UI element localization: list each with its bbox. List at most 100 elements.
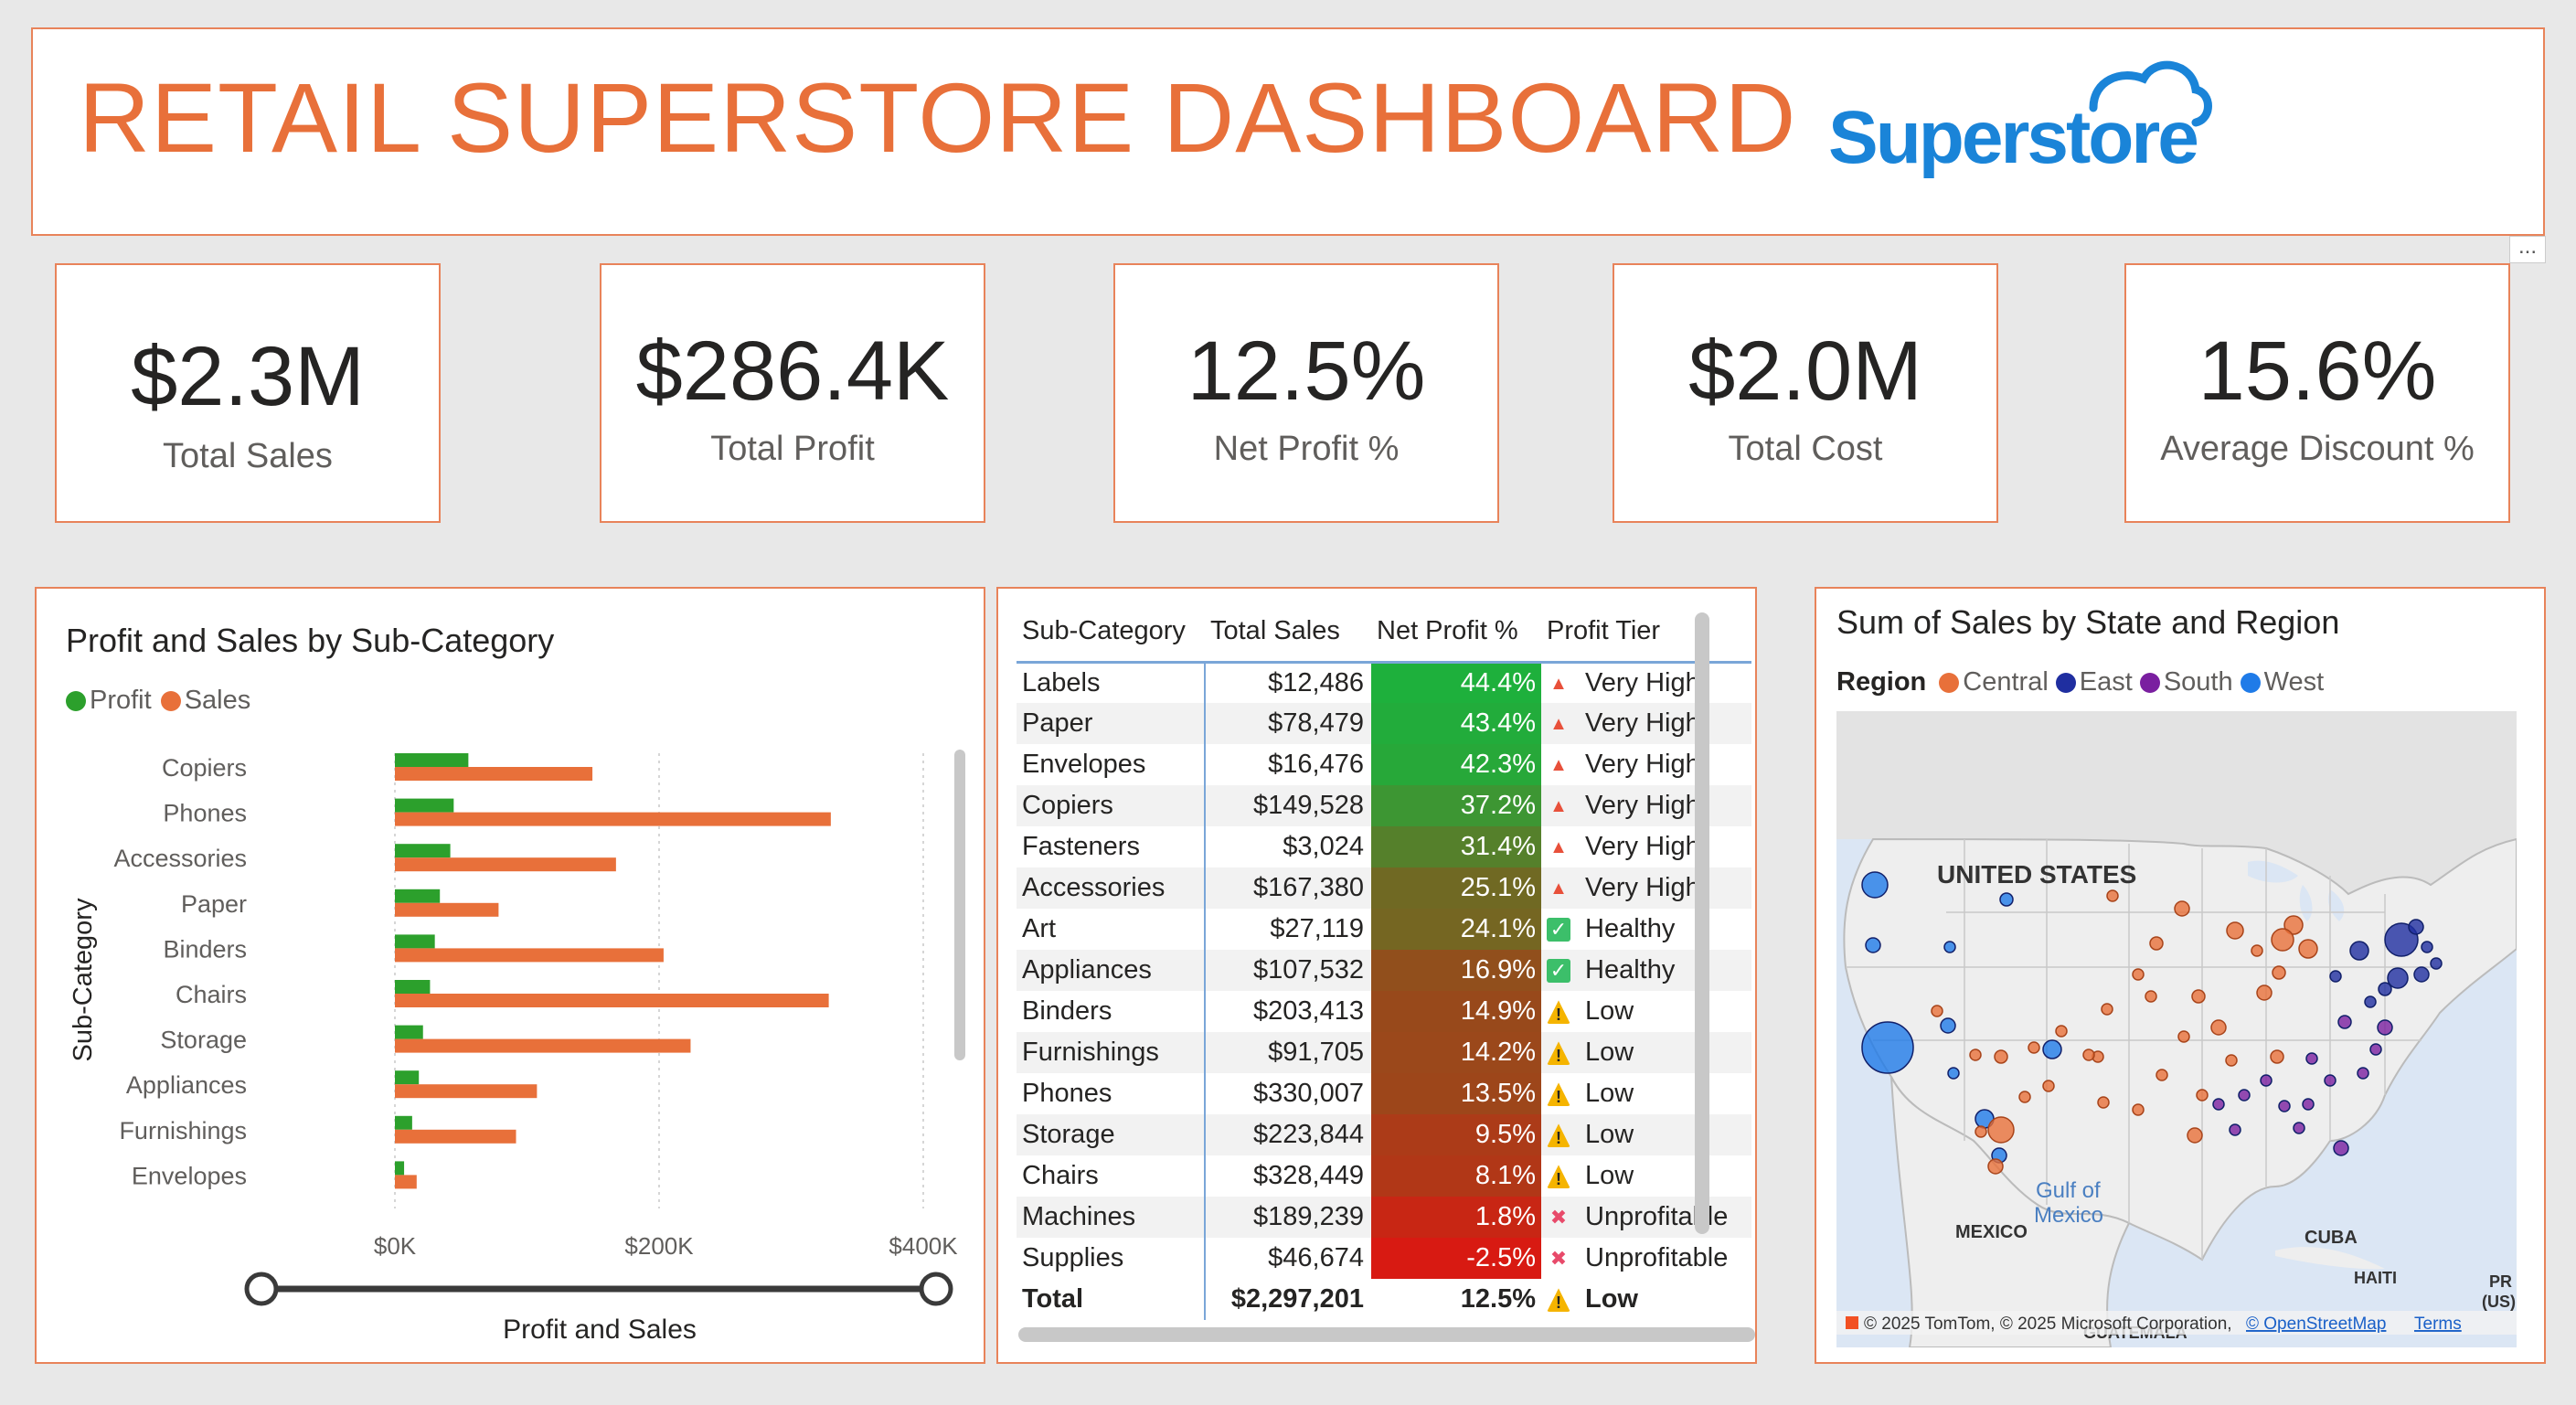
- table-row[interactable]: Supplies $46,674 -2.5% ✖ Unprofitable: [1017, 1238, 1751, 1279]
- bubble-south[interactable]: [2357, 1067, 2369, 1080]
- cell-profit-tier: ▲ Very High: [1541, 662, 1751, 703]
- bubble-east[interactable]: [2349, 941, 2369, 961]
- bubble-south[interactable]: [2278, 1100, 2291, 1112]
- column-header[interactable]: Net Profit %: [1371, 601, 1541, 664]
- bubble-south[interactable]: [2293, 1122, 2305, 1134]
- bubble-central[interactable]: [2018, 1091, 2031, 1103]
- legend-item-south[interactable]: South: [2139, 667, 2233, 697]
- bubble-south[interactable]: [2305, 1052, 2318, 1065]
- more-options-button[interactable]: ...: [2509, 236, 2546, 263]
- bubble-central[interactable]: [2196, 1089, 2209, 1102]
- bubble-central[interactable]: [2177, 1030, 2190, 1043]
- bubble-west[interactable]: [2042, 1039, 2062, 1059]
- table-row[interactable]: Phones $330,007 13.5%! Low: [1017, 1073, 1751, 1114]
- bubble-central[interactable]: [2156, 1069, 2168, 1081]
- bubble-west[interactable]: [1943, 941, 1956, 953]
- bubble-east[interactable]: [2364, 995, 2377, 1008]
- bubble-central[interactable]: [2042, 1080, 2055, 1092]
- bubble-central[interactable]: [2132, 968, 2145, 981]
- table-row[interactable]: Appliances $107,532 16.9% ✓ Healthy: [1017, 950, 1751, 991]
- bubble-central[interactable]: [2187, 1127, 2203, 1144]
- bubble-central[interactable]: [2271, 928, 2294, 952]
- bubble-central[interactable]: [2210, 1019, 2227, 1036]
- bubble-central[interactable]: [2082, 1048, 2095, 1061]
- bubble-central[interactable]: [2145, 990, 2157, 1003]
- bubble-central[interactable]: [1931, 1005, 1943, 1017]
- bubble-east[interactable]: [2421, 941, 2433, 953]
- legend-item-west[interactable]: West: [2240, 667, 2324, 697]
- table-row[interactable]: Copiers $149,528 37.2% ▲ Very High: [1017, 785, 1751, 826]
- bubble-west[interactable]: [1865, 937, 1881, 953]
- bubble-south[interactable]: [2337, 1015, 2352, 1029]
- table-row[interactable]: Fasteners $3,024 31.4% ▲ Very High: [1017, 826, 1751, 867]
- sales-dot-icon: [160, 691, 181, 712]
- bubble-central[interactable]: [2298, 939, 2318, 959]
- legend-item-east[interactable]: East: [2055, 667, 2133, 697]
- table-row[interactable]: Labels $12,486 44.4% ▲ Very High: [1017, 662, 1751, 703]
- bubble-central[interactable]: [2106, 889, 2119, 902]
- table-row[interactable]: Chairs $328,449 8.1%! Low: [1017, 1155, 1751, 1197]
- column-header[interactable]: Profit Tier: [1541, 601, 1751, 664]
- bubble-central[interactable]: [2055, 1025, 2068, 1038]
- bubble-central[interactable]: [2028, 1041, 2040, 1054]
- table-row[interactable]: Accessories $167,380 25.1% ▲ Very High: [1017, 867, 1751, 909]
- table-row[interactable]: Art $27,119 24.1% ✓ Healthy: [1017, 909, 1751, 950]
- range-slider-handle-right[interactable]: [919, 1272, 953, 1306]
- bubble-south[interactable]: [2377, 1019, 2393, 1036]
- bubble-central[interactable]: [2174, 900, 2190, 917]
- range-slider-handle-left[interactable]: [244, 1272, 279, 1306]
- bubble-south[interactable]: [2260, 1074, 2273, 1087]
- bubble-central[interactable]: [1969, 1048, 1982, 1061]
- bubble-south[interactable]: [2229, 1123, 2241, 1136]
- vertical-scrollbar[interactable]: [954, 750, 965, 1060]
- column-header[interactable]: Sub-Category: [1017, 601, 1205, 664]
- bubble-central[interactable]: [2270, 1049, 2284, 1064]
- bubble-east[interactable]: [2413, 966, 2430, 983]
- map-canvas[interactable]: UNITED STATES Gulf of Mexico MEXICO CUBA…: [1836, 711, 2517, 1347]
- table-row[interactable]: Binders $203,413 14.9%! Low: [1017, 991, 1751, 1032]
- horizontal-scrollbar[interactable]: [1018, 1327, 1755, 1342]
- bubble-central[interactable]: [2101, 1003, 2113, 1016]
- bubble-west[interactable]: [1940, 1017, 1956, 1034]
- bubble-south[interactable]: [2369, 1043, 2382, 1056]
- bubble-south[interactable]: [2324, 1074, 2336, 1087]
- bubble-east[interactable]: [2378, 982, 2392, 996]
- bubble-east[interactable]: [2408, 919, 2424, 935]
- bubble-central[interactable]: [1994, 1049, 2008, 1064]
- bubble-central[interactable]: [1987, 1116, 2015, 1144]
- bubble-central[interactable]: [2097, 1096, 2110, 1109]
- bubble-west[interactable]: [1999, 892, 2014, 907]
- table-row[interactable]: Envelopes $16,476 42.3% ▲ Very High: [1017, 744, 1751, 785]
- openstreetmap-link[interactable]: © OpenStreetMap: [2246, 1315, 2386, 1334]
- bubble-central[interactable]: [2132, 1103, 2145, 1116]
- bubble-south[interactable]: [2302, 1098, 2315, 1111]
- bubble-central[interactable]: [2272, 965, 2286, 980]
- bubble-central[interactable]: [2251, 944, 2263, 957]
- bubble-south[interactable]: [2333, 1140, 2349, 1156]
- bubble-central[interactable]: [2225, 1054, 2238, 1067]
- bubble-west[interactable]: [1861, 871, 1889, 899]
- legend-item-sales[interactable]: Sales: [160, 686, 250, 716]
- table-row[interactable]: Paper $78,479 43.4% ▲ Very High: [1017, 703, 1751, 744]
- bubble-south[interactable]: [2238, 1089, 2251, 1102]
- bubble-west[interactable]: [1947, 1067, 1960, 1080]
- bubble-east[interactable]: [2430, 957, 2443, 970]
- terms-link[interactable]: Terms: [2414, 1315, 2462, 1334]
- legend-item-central[interactable]: Central: [1939, 667, 2049, 697]
- vertical-scrollbar[interactable]: [1695, 612, 1709, 1234]
- table-row[interactable]: Furnishings $91,705 14.2%! Low: [1017, 1032, 1751, 1073]
- legend-item-profit[interactable]: Profit: [66, 686, 152, 716]
- bubble-central[interactable]: [2191, 989, 2206, 1004]
- table-row[interactable]: Storage $223,844 9.5%! Low: [1017, 1114, 1751, 1155]
- bubble-central[interactable]: [1987, 1158, 2004, 1175]
- bubble-west[interactable]: [1861, 1021, 1914, 1074]
- table-row[interactable]: Machines $189,239 1.8% ✖ Unprofitable: [1017, 1197, 1751, 1238]
- bubble-central[interactable]: [1975, 1125, 1987, 1138]
- column-header[interactable]: Total Sales: [1205, 601, 1371, 664]
- kpi-label: Total Sales: [163, 437, 333, 475]
- bubble-central[interactable]: [2149, 936, 2164, 951]
- bubble-east[interactable]: [2329, 970, 2342, 983]
- bubble-south[interactable]: [2212, 1098, 2225, 1111]
- bubble-central[interactable]: [2226, 921, 2244, 940]
- bubble-central[interactable]: [2256, 985, 2273, 1001]
